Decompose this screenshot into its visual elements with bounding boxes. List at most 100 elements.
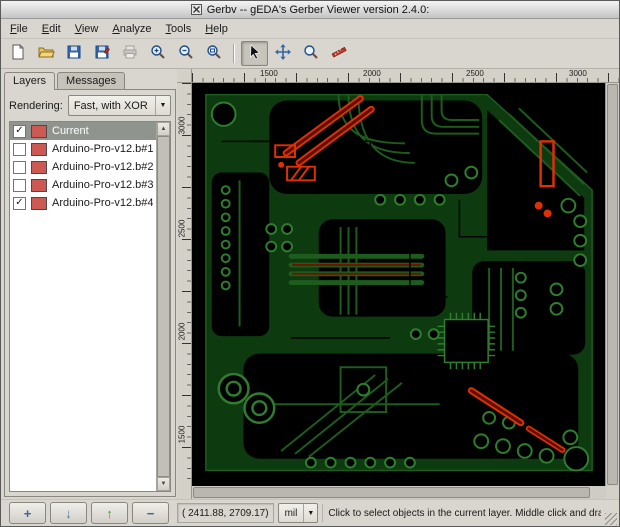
menu-bar: File Edit View Analyze Tools Help <box>1 19 619 39</box>
layer-visibility-checkbox[interactable] <box>13 142 26 156</box>
sidebar-tabs: Layers Messages <box>4 71 176 90</box>
print-button[interactable] <box>116 41 143 66</box>
rendering-value: Fast, with XOR <box>73 99 148 112</box>
layer-name: Arduino-Pro-v12.b#2 <box>52 161 153 173</box>
save-button[interactable] <box>60 41 87 66</box>
vertical-ruler: 3000 2500 2000 1500 <box>177 83 192 486</box>
ruler-label: 2000 <box>363 69 381 78</box>
status-hint: Click to select objects in the current l… <box>322 504 601 522</box>
layer-name: Arduino-Pro-v12.b#1 <box>52 143 153 155</box>
zoom-out-button[interactable] <box>172 41 199 66</box>
minus-icon: − <box>146 505 155 521</box>
move-layer-up-button[interactable]: ↑ <box>91 502 128 524</box>
layer-name: Current <box>52 125 89 137</box>
scroll-down-icon[interactable]: ▼ <box>157 477 170 491</box>
canvas-area: 1500 2000 2500 3000 3000 2500 2000 1500 <box>177 69 619 499</box>
layer-actions: + ↓ ↑ − <box>3 502 173 524</box>
menu-view[interactable]: View <box>68 21 106 37</box>
save-as-icon <box>93 43 111 64</box>
save-icon <box>65 43 83 64</box>
ruler-label: 1500 <box>177 425 187 444</box>
cursor-coordinates: ( 2411.88, 2709.17) <box>177 503 274 523</box>
title-bar[interactable]: Gerbv -- gEDA's Gerber Viewer version 2.… <box>1 1 619 19</box>
ruler-label: 2500 <box>177 219 187 238</box>
toolbar <box>1 39 619 69</box>
menu-file[interactable]: File <box>3 21 35 37</box>
toolbar-separator <box>233 44 235 63</box>
resize-grip[interactable] <box>605 513 617 525</box>
chevron-down-icon: ▼ <box>155 96 170 115</box>
scrollbar-thumb[interactable] <box>193 487 590 498</box>
layer-visibility-checkbox[interactable]: ✓ <box>13 196 26 210</box>
sidebar: Layers Messages Rendering: Fast, with XO… <box>1 69 177 499</box>
status-bar: + ↓ ↑ − ( 2411.88, 2709.17) mil ▼ Click … <box>1 499 619 526</box>
save-as-button[interactable] <box>88 41 115 66</box>
layer-row[interactable]: Arduino-Pro-v12.b#2 <box>10 158 156 176</box>
tab-layers[interactable]: Layers <box>4 72 56 90</box>
layer-visibility-checkbox[interactable]: ✓ <box>13 124 26 138</box>
vertical-scrollbar[interactable] <box>605 83 619 486</box>
pan-tool-button[interactable] <box>269 41 296 66</box>
layer-visibility-checkbox[interactable] <box>13 160 26 174</box>
layer-list: ✓ Current Arduino-Pro-v12.b#1 Arduino-Pr… <box>9 121 171 492</box>
ruler-label: 2500 <box>466 69 484 78</box>
ruler-corner <box>177 69 192 83</box>
ruler-label: 2000 <box>177 322 187 341</box>
window-icon <box>190 4 202 15</box>
tab-messages[interactable]: Messages <box>57 72 126 90</box>
zoom-tool-icon <box>302 43 320 64</box>
scrollbar-thumb[interactable] <box>607 84 618 485</box>
pointer-icon <box>246 43 264 64</box>
arrow-up-icon: ↑ <box>106 505 113 521</box>
layer-color-swatch[interactable] <box>31 196 47 210</box>
zoom-in-button[interactable] <box>144 41 171 66</box>
move-layer-down-button[interactable]: ↓ <box>50 502 87 524</box>
scrollbar-corner <box>606 486 619 499</box>
new-icon <box>9 43 27 64</box>
arrow-down-icon: ↓ <box>65 505 72 521</box>
ruler-label: 3000 <box>177 116 187 135</box>
layer-visibility-checkbox[interactable] <box>13 178 26 192</box>
scrollbar-thumb[interactable] <box>157 136 170 477</box>
layer-row[interactable]: ✓ Current <box>10 122 156 140</box>
layers-panel: Rendering: Fast, with XOR ▼ ✓ Current Ar… <box>4 89 176 497</box>
layer-row[interactable]: Arduino-Pro-v12.b#3 <box>10 176 156 194</box>
pcb-canvas[interactable] <box>192 83 605 486</box>
remove-layer-button[interactable]: − <box>132 502 169 524</box>
pan-icon <box>274 43 292 64</box>
window-title: Gerbv -- gEDA's Gerber Viewer version 2.… <box>206 3 430 16</box>
layer-color-swatch[interactable] <box>31 124 47 138</box>
pointer-tool-button[interactable] <box>241 41 268 66</box>
layer-row[interactable]: ✓ Arduino-Pro-v12.b#4 <box>10 194 156 212</box>
menu-tools[interactable]: Tools <box>159 21 199 37</box>
layer-color-swatch[interactable] <box>31 160 47 174</box>
plus-icon: + <box>23 505 32 521</box>
measure-tool-button[interactable] <box>325 41 352 66</box>
ruler-spacer <box>177 486 192 499</box>
zoom-fit-button[interactable] <box>200 41 227 66</box>
rendering-select[interactable]: Fast, with XOR ▼ <box>67 95 171 116</box>
layer-color-swatch[interactable] <box>31 178 47 192</box>
pcb-render <box>192 83 605 486</box>
units-value: mil <box>284 507 298 519</box>
open-folder-icon <box>37 43 55 64</box>
layer-row[interactable]: Arduino-Pro-v12.b#1 <box>10 140 156 158</box>
chevron-down-icon: ▼ <box>303 504 317 522</box>
zoom-tool-button[interactable] <box>297 41 324 66</box>
new-button[interactable] <box>4 41 31 66</box>
main-area: Layers Messages Rendering: Fast, with XO… <box>1 69 619 499</box>
scroll-up-icon[interactable]: ▲ <box>157 122 170 136</box>
zoom-in-icon <box>149 43 167 64</box>
menu-edit[interactable]: Edit <box>35 21 68 37</box>
horizontal-scrollbar[interactable] <box>192 486 606 499</box>
zoom-fit-icon <box>205 43 223 64</box>
add-layer-button[interactable]: + <box>9 502 46 524</box>
menu-analyze[interactable]: Analyze <box>105 21 158 37</box>
ruler-label: 3000 <box>569 69 587 78</box>
rendering-label: Rendering: <box>9 99 63 112</box>
menu-help[interactable]: Help <box>198 21 235 37</box>
open-button[interactable] <box>32 41 59 66</box>
units-select[interactable]: mil ▼ <box>277 503 319 523</box>
layer-color-swatch[interactable] <box>31 142 47 156</box>
layer-list-scrollbar[interactable]: ▲ ▼ <box>156 122 170 491</box>
